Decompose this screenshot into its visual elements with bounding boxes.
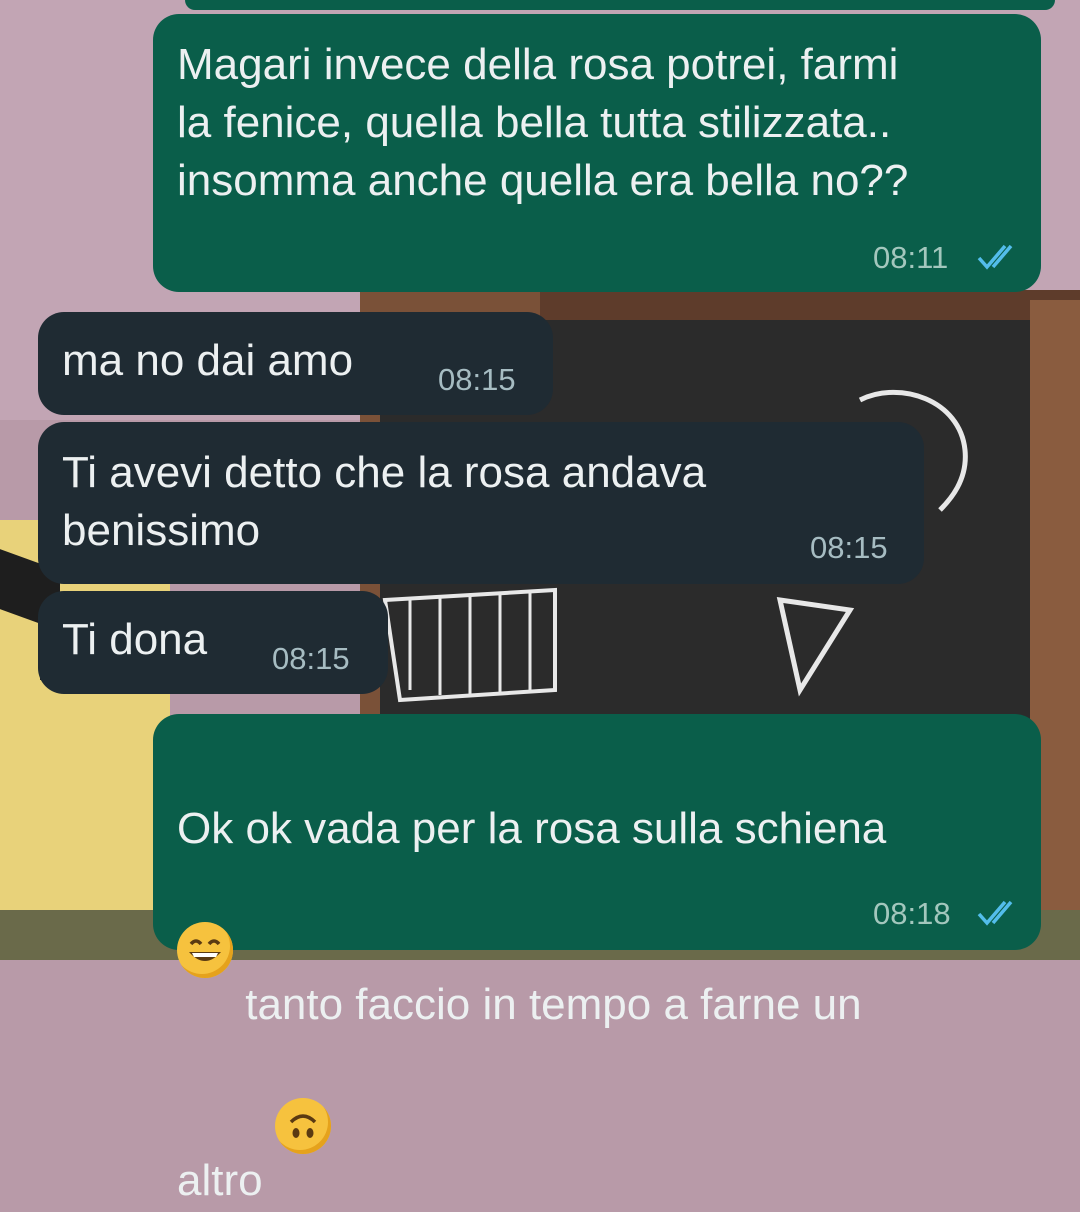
upside-down-face-emoji: [274, 1098, 331, 1154]
incoming-message[interactable]: Ti dona 08:15: [38, 591, 388, 694]
double-check-icon: [977, 900, 1013, 926]
double-check-icon: [977, 244, 1013, 270]
message-time: 08:11: [873, 240, 949, 275]
incoming-message[interactable]: ma no dai amo 08:15: [38, 312, 553, 415]
incoming-message[interactable]: Ti avevi detto che la rosa andava beniss…: [38, 422, 924, 584]
message-time: 08:18: [873, 896, 951, 931]
message-text: Ti dona: [62, 615, 208, 664]
previous-message-edge: [185, 0, 1055, 10]
message-text: Ok ok vada per la rosa sulla schiena tan…: [177, 736, 1017, 1212]
message-text: Ti avevi detto che la rosa andava beniss…: [62, 448, 707, 555]
grinning-face-emoji: [177, 922, 233, 978]
message-line: Ok ok vada per la rosa sulla schiena: [177, 804, 887, 853]
message-time: 08:15: [272, 641, 350, 676]
message-line: tanto faccio in tempo a farne un: [233, 980, 862, 1029]
outgoing-message[interactable]: Magari invece della rosa potrei, farmi l…: [153, 14, 1041, 292]
message-time: 08:15: [438, 362, 516, 397]
message-line: altro: [177, 1156, 275, 1205]
message-text: ma no dai amo: [62, 336, 354, 385]
message-text: Magari invece della rosa potrei, farmi l…: [177, 40, 909, 205]
message-time: 08:15: [810, 530, 888, 565]
outgoing-message[interactable]: Ok ok vada per la rosa sulla schiena tan…: [153, 714, 1041, 1205]
